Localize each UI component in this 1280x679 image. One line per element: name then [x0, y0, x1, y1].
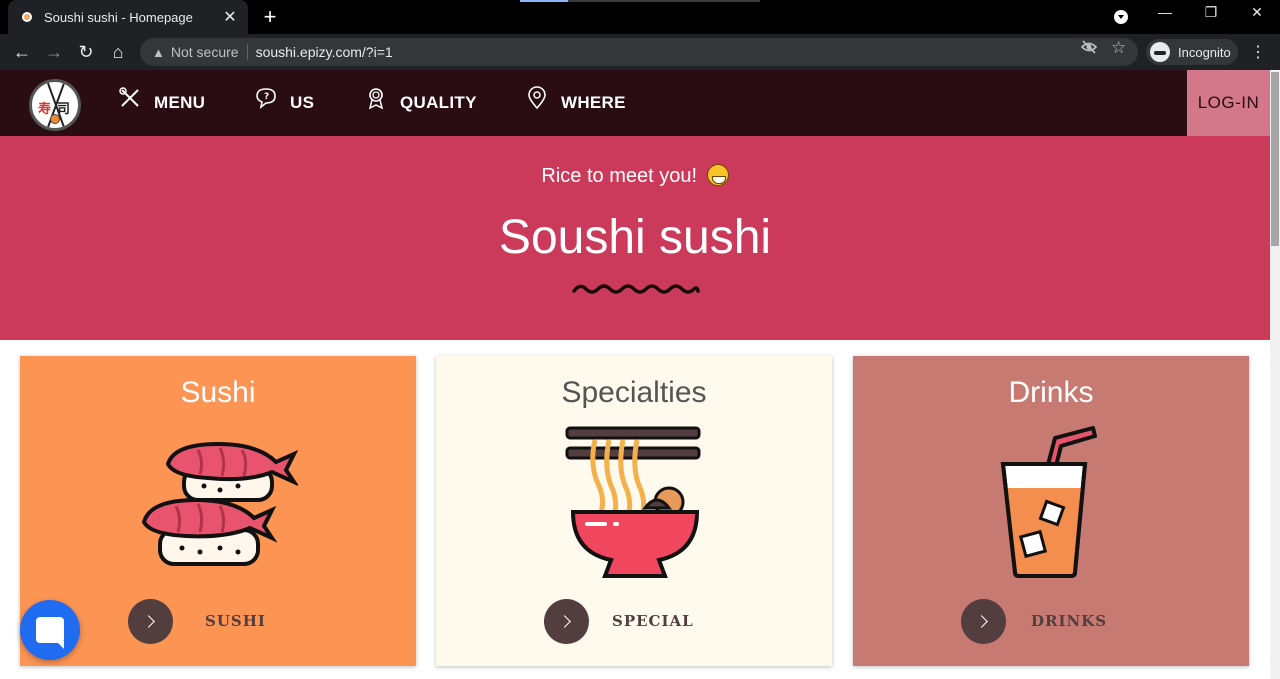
tab-loading-indicator — [520, 0, 760, 2]
incognito-badge[interactable]: Incognito — [1146, 39, 1238, 65]
browser-tab[interactable]: Soushi sushi - Homepage ✕ — [8, 0, 248, 34]
chat-launcher-button[interactable] — [20, 600, 80, 660]
card-arrow-button[interactable] — [128, 599, 173, 644]
close-icon[interactable]: ✕ — [222, 7, 238, 27]
tab-title: Soushi sushi - Homepage — [44, 9, 193, 25]
login-button[interactable]: LOG-IN — [1187, 70, 1270, 136]
nav-item-label: MENU — [154, 93, 206, 112]
hero-banner: Rice to meet you! Soushi sushi — [0, 136, 1270, 340]
card-specialties[interactable]: Specialties SPECIAL — [436, 356, 832, 666]
hero-title: Soushi sushi — [498, 211, 772, 264]
nav-item-label: WHERE — [561, 93, 626, 112]
card-title: Drinks — [1008, 376, 1094, 409]
new-tab-button[interactable]: + — [258, 4, 282, 30]
card-drinks[interactable]: Drinks DRINKS — [853, 356, 1249, 666]
home-icon[interactable]: ⌂ — [106, 40, 130, 64]
logo-char-2: 司 — [57, 101, 71, 116]
card-arrow-button[interactable] — [544, 599, 589, 644]
url-text[interactable]: soushi.epizy.com/?i=1 — [256, 44, 393, 60]
card-button-label[interactable]: SPECIAL — [612, 612, 694, 630]
drink-glass-icon — [1000, 426, 1097, 578]
chat-bubble-icon: ? — [256, 88, 276, 109]
browser-tab-strip: Soushi sushi - Homepage ✕ + — ❐ ✕ — [0, 0, 1280, 34]
tab-search-icon[interactable] — [1114, 10, 1128, 24]
award-icon — [368, 88, 384, 110]
profile-label: Incognito — [1178, 44, 1231, 60]
nav-item-label: US — [290, 93, 315, 112]
back-icon[interactable]: ← — [10, 40, 34, 64]
grinning-face-icon — [706, 164, 729, 186]
address-bar[interactable]: ▲ Not secure soushi.epizy.com/?i=1 — [140, 38, 1138, 66]
greeting-text: Rice to meet you! — [541, 165, 698, 187]
warning-icon: ▲ — [152, 44, 165, 60]
incognito-icon — [1150, 42, 1170, 62]
nav-item-where[interactable]: WHERE — [525, 86, 626, 120]
chat-icon — [36, 617, 64, 649]
kebab-menu-icon[interactable]: ⋮ — [1250, 42, 1266, 62]
forward-icon[interactable]: → — [42, 40, 66, 64]
svg-text:?: ? — [264, 92, 270, 102]
utensils-icon — [119, 87, 139, 107]
logo-char-1: 寿 — [38, 101, 52, 116]
favicon-icon — [22, 12, 32, 22]
window-close-icon[interactable]: ✕ — [1245, 4, 1269, 21]
nav-item-menu[interactable]: MENU — [118, 86, 205, 120]
card-title: Specialties — [561, 376, 707, 409]
site-navbar: 寿 司 MENU ? US QUALITY WHERE LOG-IN — [0, 70, 1270, 136]
nav-item-us[interactable]: ? US — [254, 86, 314, 120]
reload-icon[interactable]: ↻ — [74, 40, 98, 64]
security-label[interactable]: Not secure — [171, 44, 239, 60]
category-cards: Sushi SUSHI Specialties SPECIAL Drinks D… — [0, 356, 1270, 679]
star-icon[interactable]: ☆ — [1111, 38, 1126, 58]
card-sushi[interactable]: Sushi SUSHI — [20, 356, 416, 666]
card-title: Sushi — [180, 376, 256, 409]
hero-greeting: Rice to meet you! — [0, 164, 1270, 188]
browser-toolbar: ← → ↻ ⌂ ▲ Not secure soushi.epizy.com/?i… — [0, 34, 1280, 70]
card-button-label[interactable]: SUSHI — [205, 612, 266, 630]
minimize-icon[interactable]: — — [1153, 4, 1177, 20]
eye-off-icon[interactable] — [1080, 38, 1098, 60]
page-scrollbar[interactable] — [1270, 70, 1280, 679]
divider — [246, 44, 248, 60]
page-viewport: 寿 司 MENU ? US QUALITY WHERE LOG-IN Rice … — [0, 70, 1270, 679]
nav-item-label: QUALITY — [400, 93, 477, 112]
site-logo[interactable]: 寿 司 — [29, 79, 81, 131]
nav-item-quality[interactable]: QUALITY — [364, 86, 477, 120]
card-button-label[interactable]: DRINKS — [1031, 612, 1107, 630]
sushi-icon — [141, 441, 298, 566]
wave-divider-icon — [572, 284, 700, 294]
card-arrow-button[interactable] — [961, 599, 1006, 644]
restore-icon[interactable]: ❐ — [1199, 4, 1223, 21]
scrollbar-thumb[interactable] — [1271, 72, 1279, 246]
ramen-bowl-icon — [565, 426, 701, 578]
map-pin-icon — [528, 86, 546, 110]
